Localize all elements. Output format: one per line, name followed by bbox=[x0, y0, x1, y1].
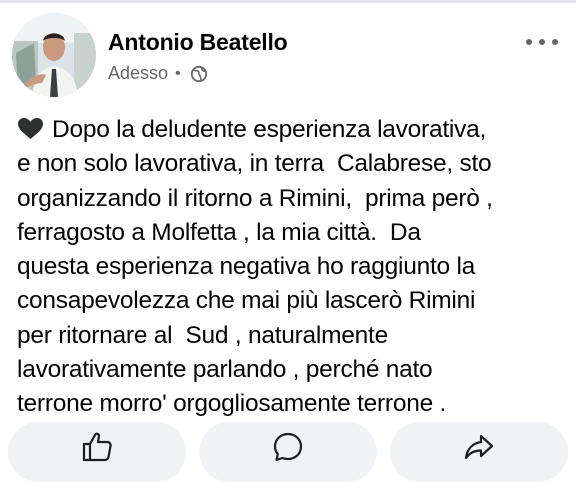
post-line: per ritornare al Sud , naturalmente bbox=[17, 321, 388, 349]
share-button[interactable] bbox=[390, 422, 568, 482]
post-actions bbox=[0, 422, 576, 482]
post-line: e non solo lavorativa, in terra Calabres… bbox=[17, 150, 492, 178]
post-text: Dopo la deludente esperienza lavorativa,… bbox=[17, 113, 569, 422]
post-line: terrone morro' orgogliosamente terrone . bbox=[17, 390, 447, 418]
share-icon bbox=[464, 434, 494, 460]
thumbs-up-icon bbox=[82, 432, 112, 462]
more-options-button[interactable] bbox=[522, 31, 562, 53]
timestamp[interactable]: Adesso bbox=[108, 63, 168, 84]
comment-button[interactable] bbox=[199, 422, 377, 482]
more-horizontal-icon bbox=[526, 39, 558, 45]
comment-icon bbox=[273, 432, 303, 462]
black-heart-icon bbox=[17, 116, 44, 139]
post-line: consapevolezza che mai più lascerò Rimin… bbox=[17, 287, 476, 315]
meta-separator: • bbox=[175, 64, 181, 82]
globe-icon bbox=[190, 65, 208, 83]
like-button[interactable] bbox=[8, 422, 186, 482]
post-line: ferragosto a Molfetta , la mia città. Da bbox=[17, 218, 421, 246]
post-line: questa esperienza negativa ho raggiunto … bbox=[17, 253, 476, 281]
author-name[interactable]: Antonio Beatello bbox=[108, 29, 288, 56]
avatar[interactable] bbox=[12, 13, 96, 97]
post-line: Dopo la deludente esperienza lavorativa, bbox=[52, 116, 487, 143]
post-meta: Adesso • bbox=[108, 63, 208, 84]
top-divider bbox=[0, 0, 576, 3]
post-header: Antonio Beatello Adesso • bbox=[12, 13, 564, 99]
post-line: lavorativamente parlando , perché nato bbox=[17, 356, 433, 384]
post-line: organizzando il ritorno a Rimini, prima … bbox=[17, 184, 493, 212]
